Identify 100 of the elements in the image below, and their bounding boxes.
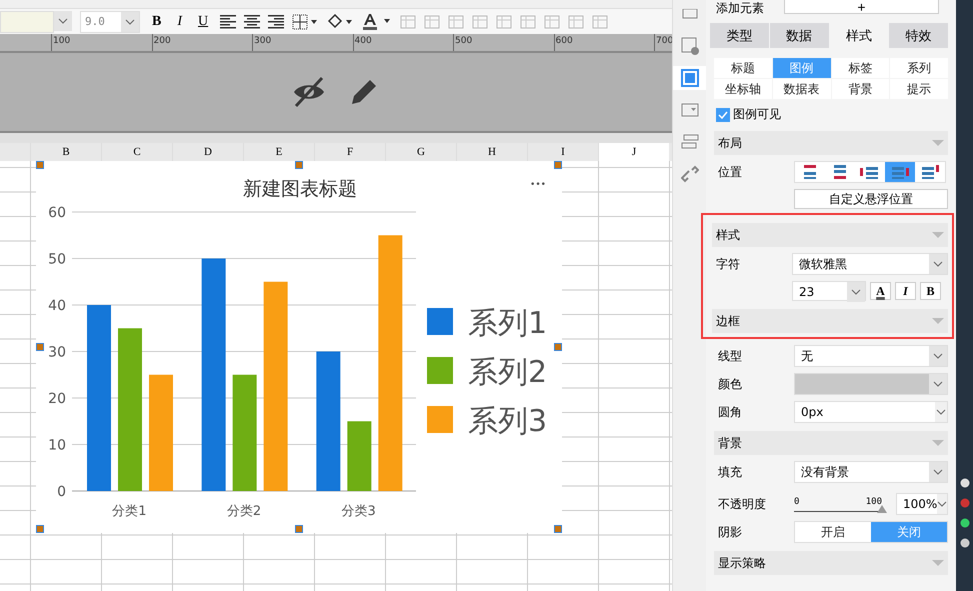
caret-icon [851, 289, 861, 295]
resize-handle[interactable] [36, 161, 44, 169]
caret-icon [933, 469, 943, 475]
legend-position-icon [890, 165, 910, 179]
field-label: 字符 [716, 256, 741, 272]
caret-icon [933, 381, 943, 387]
tab[interactable]: 特效 [889, 23, 948, 48]
tray-icon[interactable] [960, 537, 970, 549]
section-header[interactable]: 布局 [714, 131, 948, 155]
column-header[interactable]: J [598, 143, 669, 161]
chart-title: 新建图表标题 [243, 178, 357, 200]
axis-label: 10 [48, 438, 66, 454]
align-right-icon[interactable] [268, 14, 284, 28]
add-element-label: 添加元素 [715, 2, 764, 14]
color-select[interactable] [794, 373, 948, 395]
legend-position-icon [920, 165, 940, 179]
section-header[interactable]: 边框 [712, 309, 948, 333]
font-size-select[interactable]: 23 [792, 281, 866, 301]
opacity-field[interactable]: 100% [896, 493, 948, 515]
dropdown-button[interactable] [54, 10, 72, 30]
widget-icon[interactable] [673, 66, 706, 90]
field-label: 位置 [718, 164, 743, 180]
field-label: 圆角 [718, 404, 743, 420]
axis-label: 20 [48, 391, 66, 407]
italic-button[interactable]: I [895, 282, 916, 300]
axis-label: 60 [48, 205, 66, 221]
slider-max-label: 100 [866, 496, 882, 506]
legend-label: 系列1 [468, 306, 548, 341]
radius-field[interactable]: 0px [794, 401, 948, 423]
checkbox-label: 图例可见 [733, 106, 781, 123]
collapse-icon[interactable] [932, 140, 944, 146]
section-header[interactable]: 显示策略 [714, 551, 948, 575]
resize-handle[interactable] [36, 343, 44, 351]
table-icon[interactable] [424, 14, 440, 28]
field-label: 线型 [718, 348, 743, 364]
toggle-option[interactable]: 开启 [795, 522, 871, 542]
fill-select[interactable]: 没有背景 [794, 461, 948, 483]
sub-tab[interactable]: 数据表 [772, 79, 830, 99]
font-size-field[interactable]: 9.0 [80, 10, 140, 32]
collapse-icon[interactable] [932, 318, 944, 324]
resize-handle[interactable] [554, 525, 562, 533]
axis-label: 50 [48, 252, 66, 268]
hidden-eye-icon[interactable] [292, 76, 326, 108]
axis-label: 0 [57, 484, 66, 500]
caret-icon [937, 501, 948, 507]
legend-label: 系列3 [468, 404, 548, 439]
slider-thumb[interactable] [877, 504, 887, 512]
caret-icon [936, 409, 946, 415]
custom-position-button[interactable]: 自定义悬浮位置 [794, 189, 948, 209]
checkbox[interactable] [716, 108, 730, 122]
axis-label: 40 [48, 298, 66, 314]
sub-tab[interactable]: 标题 [714, 58, 772, 78]
legend-position-icon [860, 165, 880, 179]
fill-color-icon[interactable] [326, 14, 354, 30]
legend-label: 系列2 [468, 355, 548, 390]
line-type-select[interactable]: 无 [794, 345, 948, 367]
align-left-icon[interactable] [220, 14, 236, 28]
align-center-icon[interactable] [244, 14, 260, 28]
font-field[interactable] [0, 10, 54, 32]
tab[interactable]: 数据 [770, 23, 828, 48]
bold-button[interactable]: B [148, 14, 166, 30]
resize-handle[interactable] [554, 343, 562, 351]
sub-tab[interactable]: 提示 [890, 79, 948, 99]
more-options[interactable]: ••• [530, 180, 546, 190]
field-label: 填充 [718, 464, 743, 480]
sub-tab[interactable]: 坐标轴 [714, 79, 772, 99]
collapse-icon[interactable] [932, 560, 944, 566]
chart-card[interactable]: 新建图表标题 ••• 0 10 20 30 40 50 60 分类1 分类2 分类3 系列1 系列2 系列3 [36, 161, 562, 533]
bar [347, 421, 372, 491]
caret-icon [933, 261, 943, 267]
sub-tab[interactable]: 背景 [832, 79, 890, 99]
add-element-button[interactable]: + [784, 0, 939, 14]
resize-handle[interactable] [36, 525, 44, 533]
resize-handle[interactable] [295, 525, 303, 533]
category-label: 分类2 [226, 504, 262, 519]
font-color-button[interactable]: A [870, 282, 891, 300]
collapse-icon[interactable] [932, 232, 944, 238]
border-icon[interactable] [292, 14, 318, 30]
caret-icon [58, 18, 68, 24]
tray-icon[interactable] [960, 477, 970, 489]
font-select[interactable]: 微软雅黑 [792, 253, 948, 275]
bold-button[interactable]: B [920, 282, 941, 300]
caret-icon [125, 18, 135, 24]
resize-handle[interactable] [295, 161, 303, 169]
sub-tab[interactable]: 标签 [832, 58, 890, 78]
slider-min-label: 0 [794, 496, 800, 506]
tab[interactable]: 类型 [710, 23, 769, 48]
axis-label: 30 [48, 344, 66, 360]
resize-handle[interactable] [554, 161, 562, 169]
section-header[interactable]: 背景 [714, 431, 948, 455]
category-label: 分类1 [112, 504, 146, 519]
caret-icon [933, 353, 943, 359]
field-label: 颜色 [718, 376, 743, 392]
section-header[interactable]: 样式 [712, 223, 948, 247]
collapse-icon[interactable] [932, 440, 944, 446]
italic-button[interactable]: I [173, 14, 186, 30]
sub-tab[interactable]: 系列 [890, 58, 948, 78]
underline-button[interactable]: U [194, 14, 212, 30]
tray-icon[interactable] [960, 517, 970, 529]
font-color-icon[interactable] [362, 13, 392, 30]
